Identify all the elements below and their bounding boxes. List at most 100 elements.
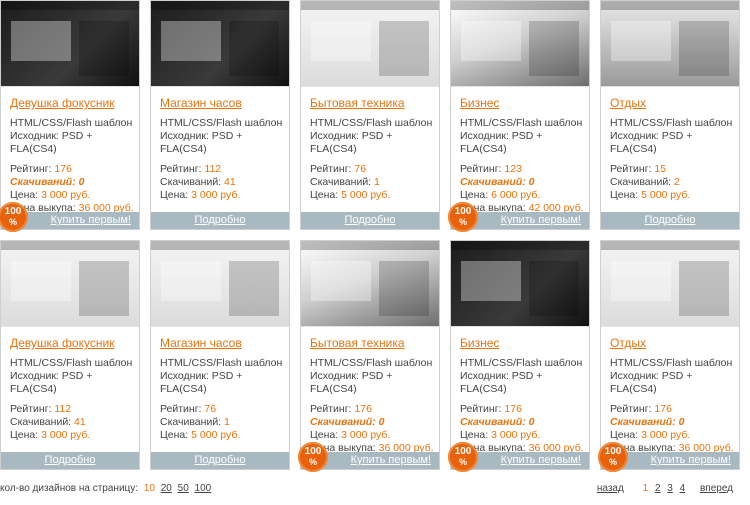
- thumbnail-header-bar: [601, 241, 739, 250]
- template-thumbnail[interactable]: [601, 1, 739, 87]
- template-price: Цена: 3 000 руб.: [10, 429, 91, 441]
- template-rating: Рейтинг: 176: [460, 403, 522, 415]
- details-button[interactable]: Подробно: [151, 452, 289, 469]
- template-title-link[interactable]: Магазин часов: [160, 96, 289, 110]
- template-rating: Рейтинг: 123: [460, 163, 522, 175]
- thumbnail-side-block: [529, 261, 579, 316]
- template-thumbnail[interactable]: [151, 241, 289, 327]
- thumbnail-header-bar: [301, 241, 439, 250]
- template-thumbnail[interactable]: [301, 241, 439, 327]
- template-card: Бизнес HTML/CSS/Flash шаблон Исходник: PSD…: [448, 240, 590, 472]
- template-rating: Рейтинг: 176: [610, 403, 672, 415]
- pagination-page-3[interactable]: 3: [667, 483, 673, 494]
- template-card: Бытовая техника HTML/CSS/Flash шаблон Исхо…: [300, 0, 440, 230]
- template-price: Цена: 3 000 руб.: [460, 429, 541, 441]
- template-price: Цена: 3 000 руб.: [610, 429, 691, 441]
- thumbnail-header-bar: [1, 1, 139, 10]
- template-details: HTML/CSS/Flash шаблон Исходник: PSD + FLA…: [610, 117, 739, 202]
- template-format: HTML/CSS/Flash шаблон: [310, 117, 433, 129]
- pagination-page-2[interactable]: 2: [655, 483, 661, 494]
- pagination-next-link[interactable]: вперед: [700, 483, 733, 494]
- template-source: Исходник: PSD + FLA(CS4): [10, 370, 93, 395]
- discount-badge: 100%: [598, 442, 628, 472]
- template-format: HTML/CSS/Flash шаблон: [460, 357, 583, 369]
- template-downloads: Скачиваний: 2: [610, 176, 680, 188]
- details-button[interactable]: Подробно: [1, 452, 139, 469]
- template-rating: Рейтинг: 15: [610, 163, 667, 175]
- template-price: Цена: 5 000 руб.: [310, 189, 391, 201]
- template-title-link[interactable]: Бизнес: [460, 96, 589, 110]
- discount-badge: 100%: [448, 202, 478, 232]
- template-thumbnail[interactable]: [601, 241, 739, 327]
- per-page-option-100[interactable]: 100: [195, 483, 212, 494]
- thumbnail-header-bar: [1, 241, 139, 250]
- template-source: Исходник: PSD + FLA(CS4): [160, 130, 243, 155]
- template-source: Исходник: PSD + FLA(CS4): [160, 370, 243, 395]
- template-title-link[interactable]: Магазин часов: [160, 336, 289, 350]
- thumbnail-header-bar: [151, 241, 289, 250]
- per-page-label: кол-во дизайнов на страницу:: [0, 483, 139, 494]
- template-details: HTML/CSS/Flash шаблон Исходник: PSD + FLA…: [460, 117, 589, 215]
- pagination-page-4[interactable]: 4: [680, 483, 686, 494]
- template-format: HTML/CSS/Flash шаблон: [610, 117, 733, 129]
- template-format: HTML/CSS/Flash шаблон: [310, 357, 433, 369]
- template-format: HTML/CSS/Flash шаблон: [160, 357, 283, 369]
- template-details: HTML/CSS/Flash шаблон Исходник: PSD + FLA…: [310, 117, 439, 202]
- template-thumbnail[interactable]: [451, 1, 589, 87]
- template-title-link[interactable]: Отдых: [610, 96, 739, 110]
- template-source: Исходник: PSD + FLA(CS4): [610, 370, 693, 395]
- template-title-link[interactable]: Девушка фокусник: [10, 336, 139, 350]
- per-page-option-50[interactable]: 50: [178, 483, 189, 494]
- template-price: Цена: 3 000 руб.: [160, 189, 241, 201]
- discount-badge: 100%: [298, 442, 328, 472]
- template-title-link[interactable]: Бытовая техника: [310, 336, 439, 350]
- discount-badge: 100%: [448, 442, 478, 472]
- template-thumbnail[interactable]: [451, 241, 589, 327]
- thumbnail-content-block: [11, 261, 71, 301]
- thumbnail-content-block: [311, 261, 371, 301]
- thumbnail-content-block: [11, 21, 71, 61]
- template-rating: Рейтинг: 112: [160, 163, 222, 175]
- pagination-prev-link[interactable]: назад: [597, 483, 624, 494]
- template-rating: Рейтинг: 112: [10, 403, 72, 415]
- per-page-selector: кол-во дизайнов на страницу: 10 20 50 10…: [0, 483, 211, 494]
- template-title-link[interactable]: Девушка фокусник: [10, 96, 139, 110]
- template-title-link[interactable]: Отдых: [610, 336, 739, 350]
- details-button[interactable]: Подробно: [151, 212, 289, 229]
- template-format: HTML/CSS/Flash шаблон: [610, 357, 733, 369]
- template-card: Отдых HTML/CSS/Flash шаблон Исходник: PSD …: [600, 0, 740, 230]
- template-source: Исходник: PSD + FLA(CS4): [460, 130, 543, 155]
- thumbnail-content-block: [311, 21, 371, 61]
- thumbnail-content-block: [161, 21, 221, 61]
- template-thumbnail[interactable]: [1, 1, 139, 87]
- template-details: HTML/CSS/Flash шаблон Исходник: PSD + FLA…: [160, 117, 289, 202]
- per-page-option-10[interactable]: 10: [144, 483, 155, 494]
- template-card: Магазин часов HTML/CSS/Flash шаблон Исходн…: [150, 0, 290, 230]
- template-thumbnail[interactable]: [301, 1, 439, 87]
- template-title-link[interactable]: Бытовая техника: [310, 96, 439, 110]
- details-button[interactable]: Подробно: [301, 212, 439, 229]
- thumbnail-content-block: [161, 261, 221, 301]
- thumbnail-side-block: [229, 21, 279, 76]
- template-price: Цена: 3 000 руб.: [310, 429, 391, 441]
- template-thumbnail[interactable]: [1, 241, 139, 327]
- thumbnail-content-block: [461, 261, 521, 301]
- thumbnail-header-bar: [301, 1, 439, 10]
- pagination-page-1[interactable]: 1: [643, 483, 649, 494]
- template-format: HTML/CSS/Flash шаблон: [10, 357, 133, 369]
- template-downloads: Скачиваний: 0: [310, 416, 385, 428]
- template-downloads: Скачиваний: 0: [610, 416, 685, 428]
- details-button[interactable]: Подробно: [601, 212, 739, 229]
- thumbnail-side-block: [229, 261, 279, 316]
- template-price: Цена: 6 000 руб.: [460, 189, 541, 201]
- template-details: HTML/CSS/Flash шаблон Исходник: PSD + FLA…: [10, 357, 139, 442]
- template-thumbnail[interactable]: [151, 1, 289, 87]
- template-format: HTML/CSS/Flash шаблон: [160, 117, 283, 129]
- template-card: Девушка фокусник HTML/CSS/Flash шаблон Исх…: [0, 0, 140, 232]
- per-page-option-20[interactable]: 20: [161, 483, 172, 494]
- thumbnail-side-block: [379, 21, 429, 76]
- template-downloads: Скачиваний: 0: [460, 416, 535, 428]
- template-title-link[interactable]: Бизнес: [460, 336, 589, 350]
- template-details: HTML/CSS/Flash шаблон Исходник: PSD + FLA…: [310, 357, 439, 455]
- template-downloads: Скачиваний: 41: [10, 416, 86, 428]
